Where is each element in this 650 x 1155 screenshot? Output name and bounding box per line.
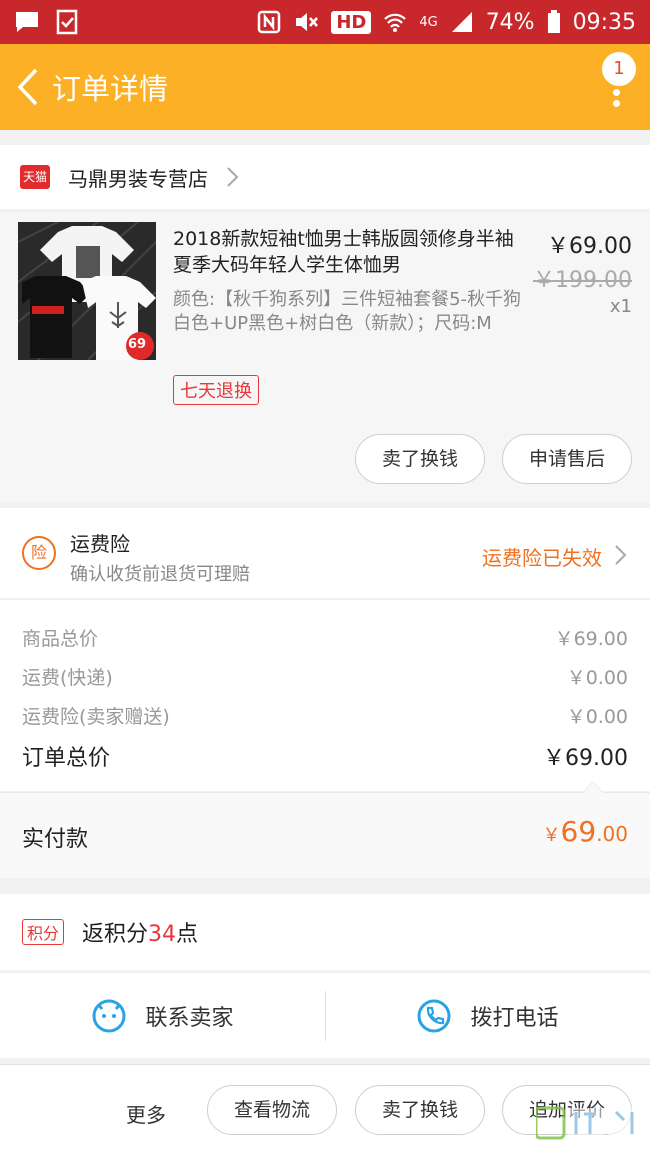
chevron-right-icon <box>227 167 239 187</box>
clock: 09:35 <box>572 9 636 35</box>
points-prefix: 返积分 <box>82 922 149 947</box>
call-phone-button[interactable]: 拨打电话 <box>325 973 650 1058</box>
battery-icon <box>547 10 560 33</box>
call-phone-label: 拨打电话 <box>470 1005 559 1031</box>
fee-row: 商品总价 ￥69.00 <box>22 624 628 651</box>
points-count: 34 <box>148 922 177 947</box>
nav-bar: 订单详情 1 <box>0 44 650 130</box>
nfc-icon <box>258 10 281 34</box>
caret-up-icon <box>582 781 604 793</box>
back-button[interactable] <box>6 44 50 130</box>
item-title: 2018新款短袖t恤男士韩版圆领修身半袖夏季大码年轻人学生体恤男 <box>173 228 514 276</box>
insurance-title: 运费险 <box>70 532 130 556</box>
return-policy-tag: 七天退换 <box>173 375 259 405</box>
item-spec: 颜色:【秋千狗系列】三件短袖套餐5-秋千狗白色+UP黑色+树白色（新款）；尺码:… <box>173 289 522 334</box>
item-original-price: ￥199.00 <box>533 268 632 293</box>
points-row: 积分 返积分34点 <box>0 894 650 970</box>
chat-bubble-icon <box>92 999 126 1032</box>
points-text: 返积分34点 <box>82 916 198 948</box>
more-dot-icon <box>612 89 620 96</box>
shop-header[interactable]: 天猫 马鼎男装专营店 <box>0 145 650 209</box>
insurance-status: 运费险已失效 <box>482 546 602 570</box>
paid-amount-row: 实付款 ￥69.00 <box>0 781 650 878</box>
checklist-notification-icon <box>56 9 78 35</box>
insurance-subtitle: 确认收货前退货可理赔 <box>70 564 250 585</box>
chat-notification-icon <box>16 12 38 32</box>
divider <box>325 991 326 1041</box>
fee-label: 商品总价 <box>22 628 99 650</box>
page-title: 订单详情 <box>52 72 169 106</box>
fee-row: 运费险(卖家赠送) ￥0.00 <box>22 702 628 729</box>
status-bar: HD 4G 74% 09:35 <box>0 0 650 44</box>
fee-label: 运费(快递) <box>22 667 113 689</box>
points-tag: 积分 <box>22 919 65 945</box>
item-quantity: x1 <box>609 296 632 317</box>
sell-for-cash-footer-button[interactable]: 卖了换钱 <box>355 1085 485 1135</box>
shipping-insurance-row[interactable]: 险 运费险 确认收货前退货可理赔 运费险已失效 <box>0 508 650 598</box>
more-actions-button[interactable]: 更多 <box>126 1099 166 1128</box>
paid-currency: ￥ <box>542 825 561 846</box>
paid-value: ￥69.00 <box>543 815 628 848</box>
paid-decimal: .00 <box>596 822 628 846</box>
order-total-row: 订单总价 ￥69.00 <box>22 740 628 772</box>
phone-icon <box>417 999 451 1032</box>
fee-value: ￥69.00 <box>554 628 628 650</box>
battery-percent: 74% <box>485 9 535 35</box>
more-menu-button[interactable] <box>610 74 622 122</box>
watermark-logo <box>536 1106 644 1140</box>
item-price: ￥69.00 <box>547 234 632 259</box>
paid-integer: 69 <box>560 815 597 848</box>
mute-icon <box>296 13 319 31</box>
fee-value: ￥0.00 <box>566 667 628 689</box>
insurance-icon: 险 <box>22 536 56 570</box>
view-logistics-button[interactable]: 查看物流 <box>207 1085 337 1135</box>
contact-seller-button[interactable]: 联系卖家 <box>0 973 325 1058</box>
order-total-value: ￥69.00 <box>543 746 628 771</box>
contact-bar: 联系卖家 拨打电话 <box>0 972 650 1058</box>
wifi-icon <box>384 13 407 32</box>
network-type: 4G <box>419 14 438 30</box>
shop-name: 马鼎男装专营店 <box>68 166 208 191</box>
chevron-left-icon <box>17 68 38 106</box>
fee-label: 运费险(卖家赠送) <box>22 706 170 728</box>
chevron-right-icon <box>615 545 627 565</box>
more-dot-icon <box>612 100 620 107</box>
product-thumbnail[interactable]: 69 <box>18 222 156 360</box>
order-total-label: 订单总价 <box>22 746 111 771</box>
thumbnail-price-label: 69 <box>128 337 147 352</box>
contact-seller-label: 联系卖家 <box>145 1005 234 1031</box>
sell-for-cash-button[interactable]: 卖了换钱 <box>355 434 485 484</box>
signal-icon <box>451 12 472 32</box>
points-suffix: 点 <box>176 922 199 947</box>
paid-label: 实付款 <box>22 827 89 852</box>
order-item[interactable]: 69 2018新款短袖t恤男士韩版圆领修身半袖夏季大码年轻人学生体恤男 颜色:【… <box>0 212 650 502</box>
fee-row: 运费(快递) ￥0.00 <box>22 663 628 690</box>
price-breakdown: 商品总价 ￥69.00 运费(快递) ￥0.00 运费险(卖家赠送) ￥0.00… <box>0 599 650 791</box>
fee-value: ￥0.00 <box>566 706 628 728</box>
tmall-icon: 天猫 <box>20 165 50 189</box>
apply-after-sales-button[interactable]: 申请售后 <box>502 434 632 484</box>
more-dot-icon <box>612 78 620 85</box>
hd-indicator: HD <box>331 10 372 34</box>
